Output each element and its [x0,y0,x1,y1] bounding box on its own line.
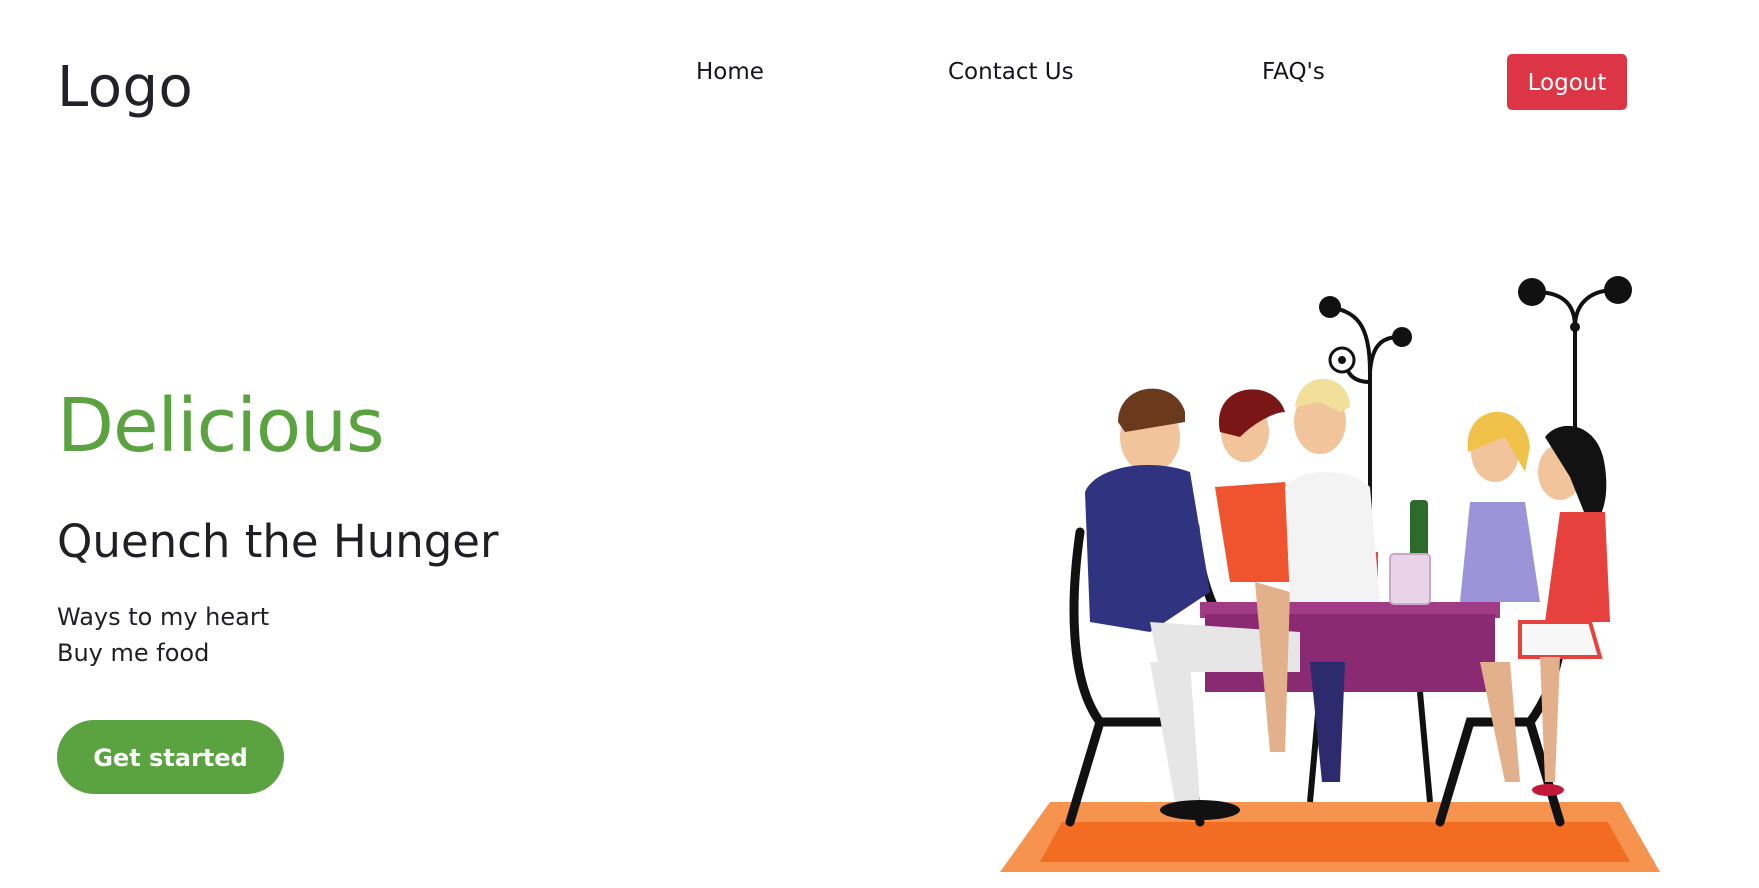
dinner-party-illustration [1000,276,1660,872]
nav-link-home[interactable]: Home [696,56,764,88]
hero-title: Delicious [57,383,385,469]
site-logo[interactable]: Logo [57,52,193,124]
get-started-button[interactable]: Get started [57,720,284,794]
nav-link-contact-us[interactable]: Contact Us [948,56,1074,88]
nav-link-faqs[interactable]: FAQ's [1262,56,1325,88]
logout-button[interactable]: Logout [1507,54,1627,110]
hero-tagline-line: Ways to my heart [57,603,270,631]
hero-subtitle: Quench the Hunger [57,515,499,568]
hero-tagline-line: Buy me food [57,639,210,667]
